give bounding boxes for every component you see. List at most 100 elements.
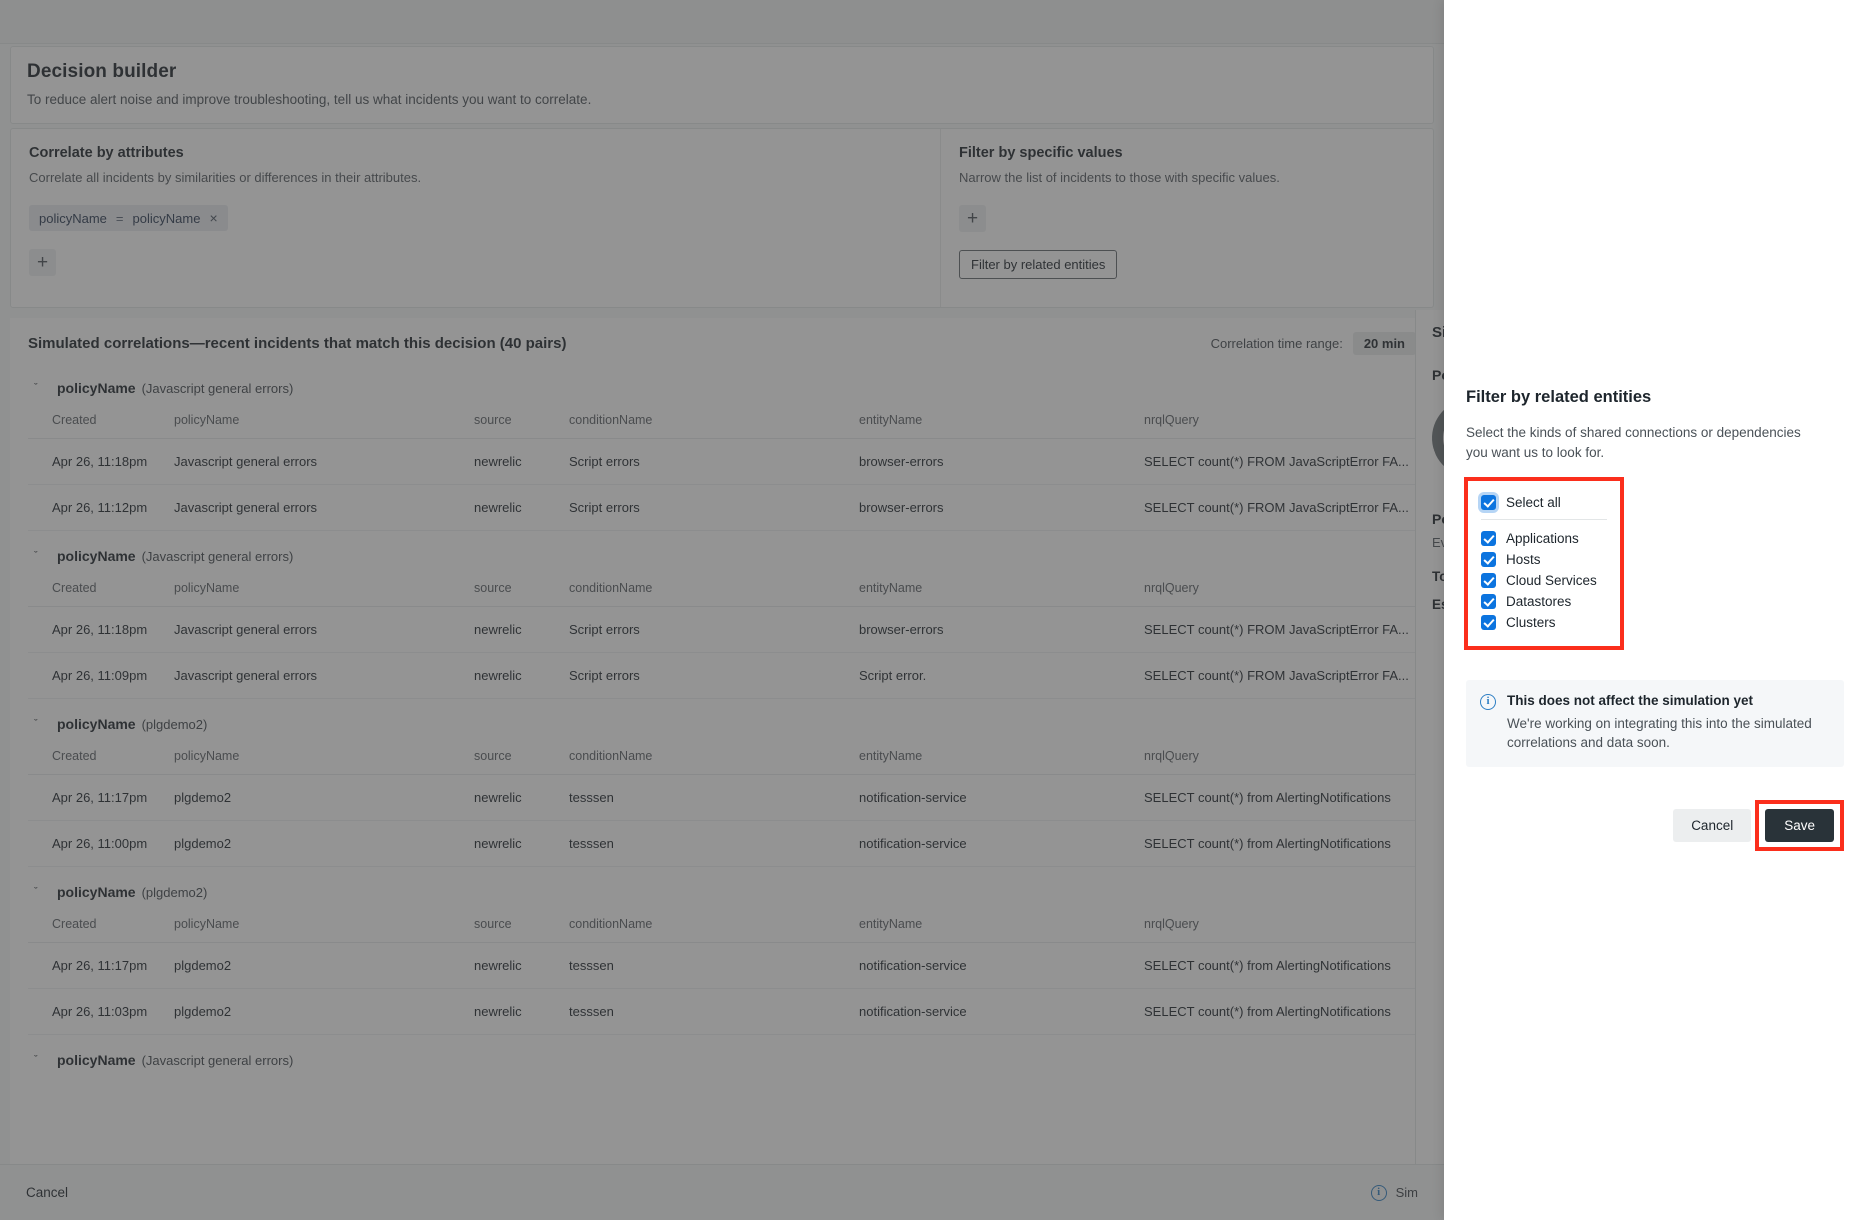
cell-created: Apr 26, 11:18pm [28, 438, 168, 485]
modal-save-button[interactable]: Save [1765, 809, 1834, 843]
column-header-entityname: entityName [853, 907, 1138, 943]
column-header-source: source [468, 739, 563, 775]
decision-builder-header: Decision builder To reduce alert noise a… [10, 46, 1434, 124]
checkbox-row-clusters[interactable]: Clusters [1481, 612, 1607, 633]
checkbox-clusters[interactable] [1481, 615, 1496, 631]
simulated-correlations-section: Simulated correlations—recent incidents … [10, 318, 1434, 1164]
checkbox-row-applications[interactable]: Applications [1481, 528, 1607, 549]
notice-text: We're working on integrating this into t… [1507, 716, 1812, 751]
cell-entityname: browser-errors [853, 438, 1138, 485]
info-circle-icon: i [1480, 694, 1496, 711]
filter-by-specific-values-panel: Filter by specific values Narrow the lis… [941, 129, 1433, 307]
builder-panels: Correlate by attributes Correlate all in… [10, 128, 1434, 308]
filter-by-related-entities-button[interactable]: Filter by related entities [959, 250, 1118, 279]
chip-remove-icon[interactable]: × [209, 210, 217, 226]
correlation-groups: ˇ policyName (Javascript general errors) Cr… [10, 363, 1434, 1075]
cell-policyname: plgdemo2 [168, 988, 468, 1035]
correlate-panel-subtitle: Correlate all incidents by similarities … [29, 170, 422, 185]
cell-nrqlquery: SELECT count(*) FROM JavaScriptError FA.… [1138, 652, 1416, 699]
entity-kind-options: Applications Hosts Cloud Services Datastore… [1481, 528, 1607, 633]
chip-right-attribute: policyName [132, 210, 201, 226]
checkbox-row-datastores[interactable]: Datastores [1481, 591, 1607, 612]
footer-cancel-button[interactable]: Cancel [26, 1185, 68, 1200]
group-name: policyName [57, 380, 136, 396]
checkbox-row-select-all[interactable]: Select all [1481, 492, 1607, 519]
group-header[interactable]: ˇ policyName (Javascript general errors) [28, 531, 1416, 571]
group-header[interactable]: ˇ policyName (plgdemo2) [28, 699, 1416, 739]
column-header-nrqlquery: nrqlQuery [1138, 403, 1416, 439]
chevron-down-icon[interactable]: ˇ [34, 718, 44, 730]
column-header-nrqlquery: nrqlQuery [1138, 739, 1416, 775]
column-header-conditionname: conditionName [563, 907, 853, 943]
table-row[interactable]: Apr 26, 11:17pm plgdemo2 newrelic tesssen no… [28, 774, 1416, 821]
checkbox-label: Clusters [1506, 615, 1556, 631]
checkbox-row-hosts[interactable]: Hosts [1481, 549, 1607, 570]
chevron-down-icon[interactable]: ˇ [34, 1054, 44, 1066]
column-header-entityname: entityName [853, 403, 1138, 439]
group-name: policyName [57, 1052, 136, 1068]
cell-nrqlquery: SELECT count(*) from AlertingNotificatio… [1138, 942, 1416, 989]
chevron-down-icon[interactable]: ˇ [34, 382, 44, 394]
cell-policyname: plgdemo2 [168, 774, 468, 821]
checkbox-hosts[interactable] [1481, 552, 1496, 568]
select-all-checkbox[interactable] [1481, 495, 1496, 511]
column-header-source: source [468, 907, 563, 943]
incidents-table: Created policyName source conditionName enti… [28, 907, 1416, 1035]
cell-nrqlquery: SELECT count(*) FROM JavaScriptError FA.… [1138, 606, 1416, 653]
table-row[interactable]: Apr 26, 11:12pm Javascript general errors… [28, 484, 1416, 531]
page-title: Decision builder [27, 61, 177, 82]
save-button-highlight: Save [1755, 800, 1844, 852]
cell-entityname: notification-service [853, 820, 1138, 867]
cell-policyname: Javascript general errors [168, 484, 468, 531]
cell-nrqlquery: SELECT count(*) from AlertingNotificatio… [1138, 774, 1416, 821]
cell-entityname: notification-service [853, 942, 1138, 989]
checkbox-applications[interactable] [1481, 531, 1496, 547]
correlation-time-range[interactable]: Correlation time range: 20 min [1211, 332, 1416, 355]
modal-action-buttons: Cancel Save [1466, 800, 1844, 852]
modal-title: Filter by related entities [1466, 388, 1652, 406]
chevron-down-icon[interactable]: ˇ [34, 550, 44, 562]
cell-created: Apr 26, 11:00pm [28, 820, 168, 867]
correlation-time-range-value[interactable]: 20 min [1352, 332, 1416, 355]
notice-title: This does not affect the simulation yet [1507, 693, 1754, 709]
group-name: policyName [57, 716, 136, 732]
cell-entityname: browser-errors [853, 606, 1138, 653]
add-filter-value-button[interactable]: + [959, 205, 986, 232]
cell-source: newrelic [468, 652, 563, 699]
group-header[interactable]: ˇ policyName (Javascript general errors) [28, 363, 1416, 403]
incidents-table: Created policyName source conditionName enti… [28, 571, 1416, 699]
cell-conditionname: tesssen [563, 774, 853, 821]
column-header-source: source [468, 571, 563, 607]
filter-panel-subtitle: Narrow the list of incidents to those wi… [959, 170, 1280, 185]
screen-root: Decision builder To reduce alert noise a… [0, 0, 1866, 1220]
cell-created: Apr 26, 11:17pm [28, 942, 168, 989]
cell-entityname: Script error. [853, 652, 1138, 699]
column-header-created: Created [28, 403, 168, 439]
cell-created: Apr 26, 11:09pm [28, 652, 168, 699]
checkbox-datastores[interactable] [1481, 594, 1496, 610]
correlation-group: ˇ policyName (plgdemo2) Created policyName so… [10, 699, 1434, 867]
table-row[interactable]: Apr 26, 11:00pm plgdemo2 newrelic tesssen no… [28, 820, 1416, 867]
attribute-chip[interactable]: policyName = policyName × [29, 205, 228, 231]
table-row[interactable]: Apr 26, 11:09pm Javascript general errors… [28, 652, 1416, 699]
group-header[interactable]: ˇ policyName (Javascript general errors) [28, 1035, 1416, 1075]
checkbox-cloud-services[interactable] [1481, 573, 1496, 589]
add-attribute-button[interactable]: + [29, 249, 56, 276]
cell-conditionname: Script errors [563, 484, 853, 531]
modal-cancel-button[interactable]: Cancel [1673, 809, 1752, 843]
table-row[interactable]: Apr 26, 11:18pm Javascript general errors… [28, 438, 1416, 485]
modal-description: Select the kinds of shared connections o… [1466, 425, 1801, 460]
checkbox-label: Cloud Services [1506, 573, 1597, 589]
column-header-created: Created [28, 739, 168, 775]
table-header-row: Created policyName source conditionName enti… [28, 403, 1416, 439]
cell-conditionname: Script errors [563, 652, 853, 699]
table-row[interactable]: Apr 26, 11:03pm plgdemo2 newrelic tesssen no… [28, 988, 1416, 1035]
footer-status-text: Sim [1395, 1185, 1418, 1200]
table-row[interactable]: Apr 26, 11:17pm plgdemo2 newrelic tesssen no… [28, 942, 1416, 989]
checkbox-row-cloud-services[interactable]: Cloud Services [1481, 570, 1607, 591]
chevron-down-icon[interactable]: ˇ [34, 886, 44, 898]
table-row[interactable]: Apr 26, 11:18pm Javascript general errors… [28, 606, 1416, 653]
simulation-notice: i This does not affect the simulation ye… [1466, 680, 1844, 768]
group-header[interactable]: ˇ policyName (plgdemo2) [28, 867, 1416, 907]
cell-policyname: plgdemo2 [168, 820, 468, 867]
